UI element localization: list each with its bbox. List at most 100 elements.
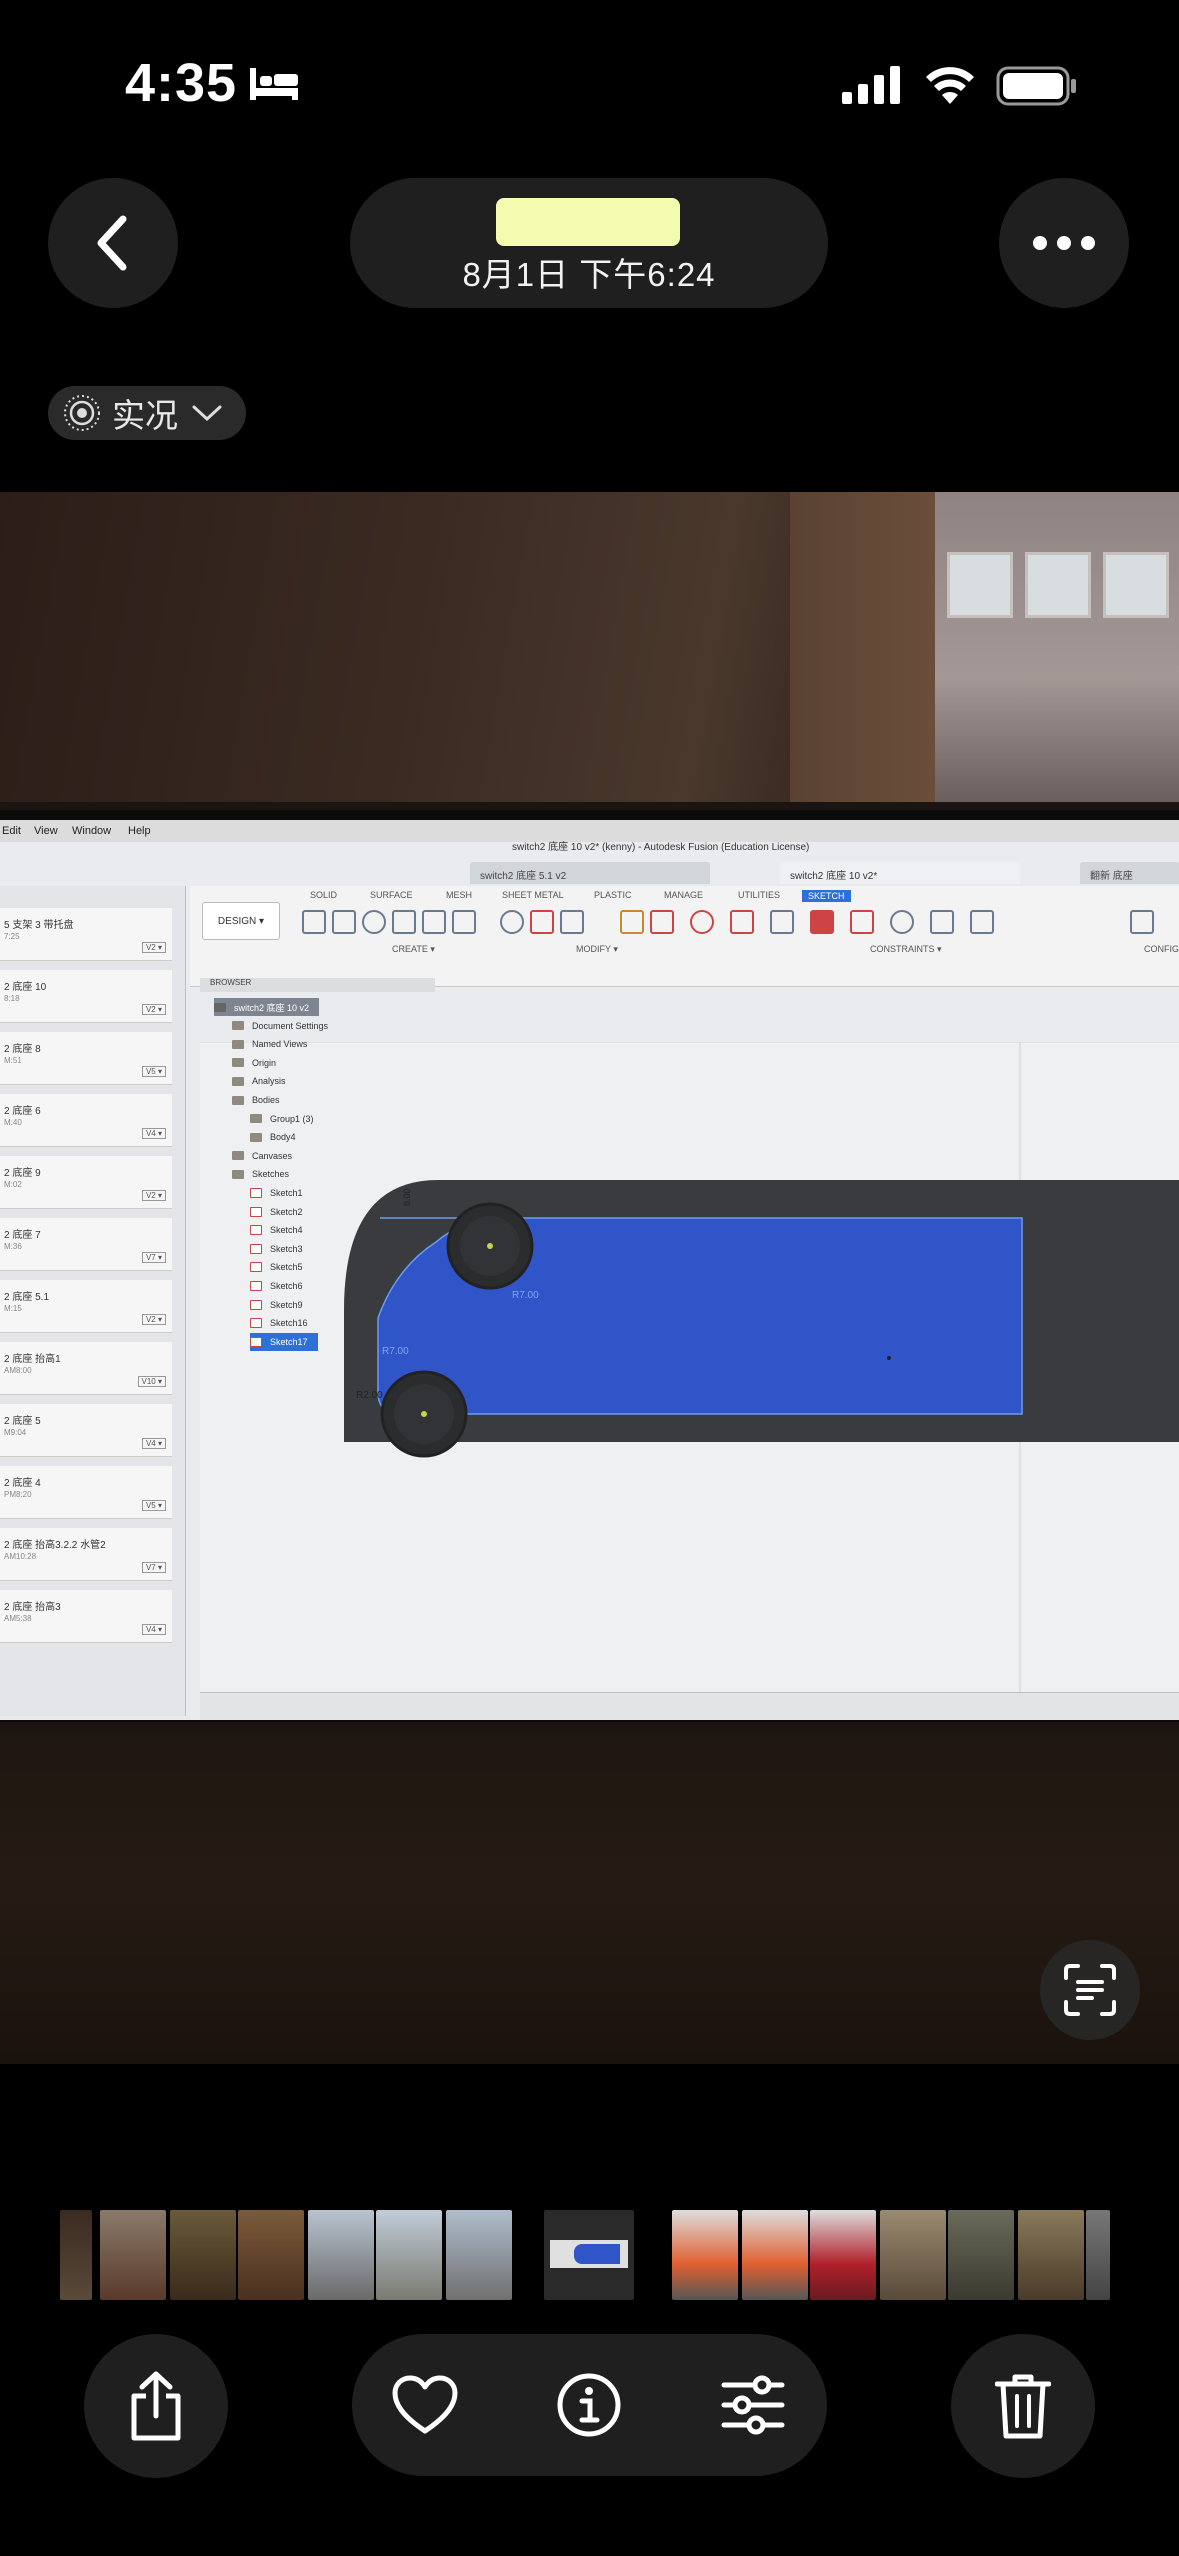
data-panel-item-version: V4 ▾ [141, 1438, 166, 1449]
browser-item-label: Canvases [252, 1150, 293, 1161]
photo-title-pill[interactable]: 8月1日 下午6:24 [350, 178, 828, 308]
folder-icon [232, 1021, 244, 1031]
sliders-icon [721, 2375, 785, 2435]
data-panel-item-time: 7:25 [4, 932, 20, 941]
data-panel-item-name: 2 底座 抬高3 [4, 1602, 61, 1613]
thumbnail[interactable] [880, 2210, 946, 2300]
live-text-button[interactable] [1040, 1940, 1140, 2040]
photo-viewer[interactable]: Edit View Window Help switch2 底座 10 v2* … [0, 492, 1179, 2064]
thumbnail[interactable] [100, 2210, 166, 2300]
thumbnail[interactable] [810, 2210, 876, 2300]
data-panel-item: 5 支架 3 带托盘 7:25 V2 ▾ [0, 908, 172, 961]
browser-item-label: Sketch3 [270, 1243, 303, 1254]
sketch-icon [250, 1206, 262, 1217]
data-panel-item: 2 底座 4 PM8:20 V5 ▾ [0, 1466, 172, 1519]
status-bar: 4:35 [0, 0, 1179, 170]
menu-help: Help [128, 825, 151, 837]
browser-item: Body4 [250, 1128, 296, 1146]
data-panel-item-version: V2 ▾ [141, 1190, 166, 1201]
browser-item-label: Bodies [252, 1095, 280, 1105]
folder-icon [214, 1002, 226, 1012]
info-button[interactable] [554, 2370, 624, 2440]
browser-item-label: Sketches [252, 1169, 290, 1180]
live-photo-badge[interactable]: 实况 [48, 386, 246, 440]
data-panel-item-time: AM10:28 [4, 1552, 37, 1561]
workspace-design-button: DESIGN ▾ [202, 902, 280, 940]
browser-item-label: Sketch2 [270, 1206, 303, 1217]
group-constraints: CONSTRAINTS ▾ [870, 944, 942, 954]
favorite-button[interactable] [390, 2370, 460, 2440]
data-panel-item-version: V10 ▾ [137, 1376, 166, 1387]
browser-item-label: Sketch16 [270, 1318, 308, 1329]
doc-tab-active: switch2 底座 10 v2* [780, 862, 1020, 884]
browser-item-label: Sketch17 [270, 1336, 308, 1347]
window-title: switch2 底座 10 v2* (kenny) - Autodesk Fus… [512, 842, 810, 853]
thumbnail-current[interactable] [544, 2210, 634, 2300]
thumbnail-strip[interactable] [60, 2210, 1120, 2300]
thumbnail[interactable] [948, 2210, 1014, 2300]
browser-item-label: Sketch9 [270, 1299, 303, 1310]
ellipsis-icon [1033, 236, 1095, 250]
data-panel-item-version: V2 ▾ [141, 1314, 166, 1325]
thumbnail[interactable] [60, 2210, 92, 2300]
data-panel-item-name: 2 底座 抬高1 [4, 1354, 61, 1365]
browser-item: Sketch16 [250, 1314, 308, 1332]
tab-surface: SURFACE [370, 890, 413, 900]
data-panel: 5 支架 3 带托盘 7:25 V2 ▾ 2 底座 10 8:18 V2 ▾ 2 底座 8M… [0, 886, 186, 1716]
thumbnail[interactable] [1018, 2210, 1084, 2300]
more-button[interactable] [999, 178, 1129, 308]
back-button[interactable] [48, 178, 178, 308]
browser-item-label: Sketch4 [270, 1225, 303, 1236]
tab-sheet-metal: SHEET METAL [502, 890, 564, 900]
data-panel-item-time: M:51 [4, 1056, 22, 1065]
thumbnail[interactable] [742, 2210, 808, 2300]
browser-item-label: Analysis [252, 1076, 286, 1087]
thumbnail[interactable] [376, 2210, 442, 2300]
redaction-highlight [496, 198, 680, 246]
sketch-icon [250, 1299, 262, 1310]
menu-view: View [34, 825, 58, 837]
data-panel-item-time: AM5:38 [4, 1614, 32, 1623]
browser-item-label: Sketch1 [270, 1188, 303, 1198]
sketch-icon [250, 1281, 262, 1291]
data-panel-item-time: M:02 [4, 1180, 22, 1189]
browser-item: Named Views [232, 1035, 307, 1053]
thumbnail[interactable] [308, 2210, 374, 2300]
folder-icon [232, 1076, 244, 1086]
share-button[interactable] [84, 2334, 228, 2478]
doc-tab: switch2 底座 5.1 v2 [470, 862, 710, 884]
app-menubar: Edit View Window Help switch2 底座 10 v2* … [0, 820, 1179, 853]
folder-icon [232, 1058, 244, 1068]
thumbnail[interactable] [170, 2210, 236, 2300]
delete-button[interactable] [951, 2334, 1095, 2478]
browser-item-label: Body4 [270, 1132, 296, 1143]
browser-item-label: Named Views [252, 1039, 308, 1050]
data-panel-item: 2 底座 5.1 M:15 V2 ▾ [0, 1280, 172, 1333]
browser-item-label: Group1 (3) [270, 1113, 314, 1124]
browser-item-label: Sketch6 [270, 1281, 303, 1291]
data-panel-item-version: V4 ▾ [141, 1128, 166, 1139]
menu-edit: Edit [2, 825, 21, 837]
folder-icon [250, 1114, 262, 1124]
sleep-focus-icon [250, 68, 298, 100]
browser-item-label: switch2 底座 10 v2 [234, 1002, 310, 1013]
tab-manage: MANAGE [664, 890, 704, 900]
data-panel-item: 2 底座 抬高3 AM5:38 V4 ▾ [0, 1590, 172, 1643]
tab-sketch: SKETCH [802, 890, 851, 902]
chevron-left-icon [97, 215, 127, 271]
folder-icon [250, 1132, 262, 1142]
thumbnail[interactable] [1086, 2210, 1110, 2300]
adjust-button[interactable] [718, 2370, 788, 2440]
thumbnail[interactable] [238, 2210, 304, 2300]
thumbnail[interactable] [672, 2210, 738, 2300]
browser-item-selected: Sketch17 [250, 1332, 318, 1351]
data-panel-item-version: V2 ▾ [141, 942, 166, 953]
data-panel-item-name: 2 底座 4 [4, 1478, 41, 1489]
tab-utilities: UTILITIES [738, 890, 781, 900]
data-panel-item-time: PM8:20 [4, 1490, 32, 1499]
data-panel-item-version: V7 ▾ [141, 1252, 166, 1263]
data-panel-item-name: 2 底座 抬高3.2.2 水管2 [4, 1540, 106, 1551]
doc-tab: 翻新 底座 [1080, 862, 1179, 884]
thumbnail[interactable] [446, 2210, 512, 2300]
data-panel-item-name: 2 底座 9 [4, 1168, 41, 1179]
